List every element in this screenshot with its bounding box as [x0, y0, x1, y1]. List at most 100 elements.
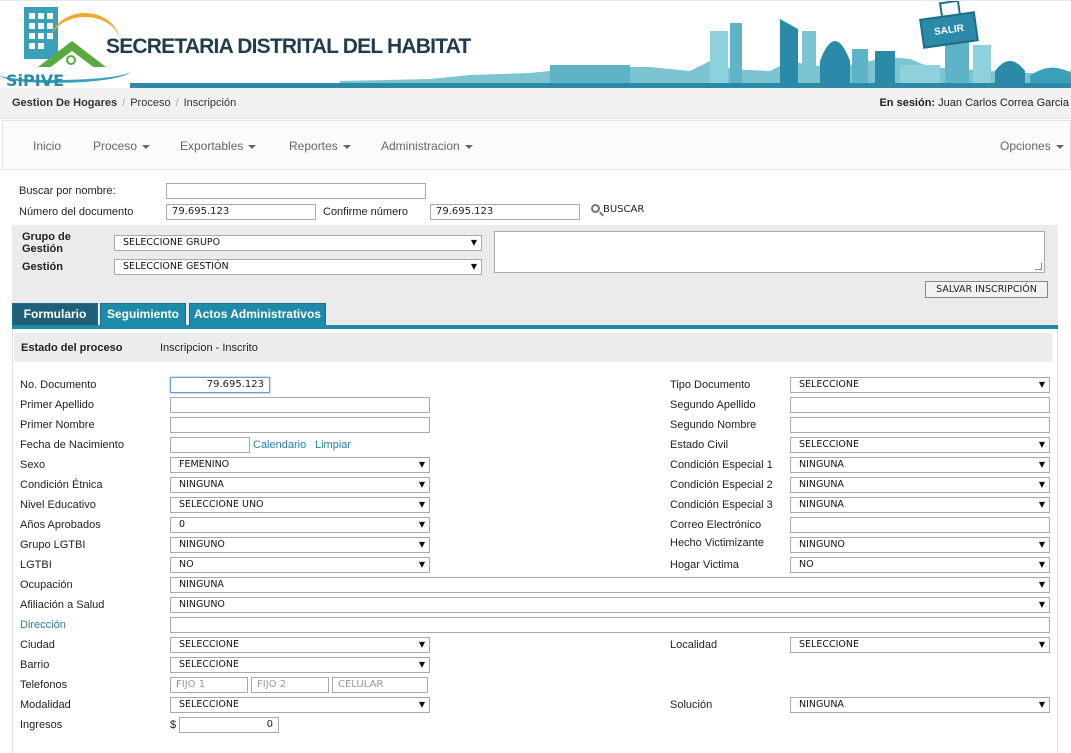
dropdown-arrow-icon: ▼	[418, 640, 425, 649]
fijo2-input[interactable]: FIJO 2	[251, 677, 329, 693]
dropdown-arrow-icon: ▼	[418, 700, 425, 709]
search-button[interactable]: BUSCAR	[591, 204, 644, 220]
lgtbi-select[interactable]: NO ▼	[170, 557, 430, 573]
dropdown-arrow-icon: ▼	[470, 238, 477, 247]
dropdown-arrow-icon: ▼	[1038, 600, 1045, 609]
primer-apellido-label: Primer Apellido	[20, 399, 94, 411]
condicion-especial2-label: Condición Especial 2	[670, 479, 773, 491]
dropdown-arrow-icon: ▼	[1038, 560, 1045, 569]
hecho-victimizante-label: Hecho Victimizante	[670, 537, 764, 549]
logo-emblem-icon	[66, 55, 76, 65]
nav-item-inicio[interactable]: Inicio	[33, 139, 61, 153]
ingresos-label: Ingresos	[20, 719, 63, 731]
breadcrumb-bar: Gestion De Hogares / Proceso / Inscripción E…	[0, 88, 1071, 119]
breadcrumb-item-inscripcion: Inscripción	[183, 97, 237, 109]
solucion-select[interactable]: NINGUNA ▼	[790, 697, 1050, 713]
ocupacion-label: Ocupación	[20, 579, 73, 591]
caret-down-icon	[342, 144, 351, 149]
segundo-nombre-label: Segundo Nombre	[670, 419, 757, 431]
condicion-especial2-select[interactable]: NINGUNA ▼	[790, 477, 1050, 493]
header-banner: SiPIVE SECRETARIA DISTRITAL DEL HABITAT …	[0, 0, 1071, 88]
limpiar-link[interactable]: Limpiar	[315, 439, 351, 451]
telefonos-label: Telefonos	[20, 679, 68, 691]
caret-down-icon	[1055, 144, 1064, 149]
direccion-link[interactable]: Dirección	[20, 619, 66, 631]
barrio-label: Barrio	[20, 659, 50, 671]
modalidad-select[interactable]: SELECCIONE ▼	[170, 697, 430, 713]
main-navbar: Inicio Proceso Exportables Reportes Admi…	[2, 120, 1071, 170]
primer-apellido-input[interactable]	[170, 397, 430, 413]
search-name-label: Buscar por nombre:	[19, 185, 116, 197]
fecha-nacimiento-label: Fecha de Nacimiento	[20, 439, 124, 451]
breadcrumb-item-gestion[interactable]: Gestion De Hogares	[12, 97, 117, 109]
magnifier-icon	[591, 204, 600, 213]
anos-aprobados-select[interactable]: 0 ▼	[170, 517, 430, 533]
sexo-select[interactable]: FEMENINO ▼	[170, 457, 430, 473]
save-inscription-button[interactable]: SALVAR INSCRIPCIÓN	[925, 281, 1048, 298]
ocupacion-select[interactable]: NINGUNA ▼	[170, 577, 1050, 593]
nav-item-reportes[interactable]: Reportes	[289, 139, 351, 153]
nav-item-administracion[interactable]: Administracion	[381, 139, 473, 153]
estado-proceso-value: Inscripcion - Inscrito	[160, 342, 258, 354]
nav-item-exportables[interactable]: Exportables	[180, 139, 257, 153]
dropdown-arrow-icon: ▼	[1038, 440, 1045, 449]
caret-down-icon	[248, 144, 257, 149]
tipo-documento-select[interactable]: SELECCIONE ▼	[790, 377, 1050, 393]
celular-input[interactable]: CELULAR	[332, 677, 428, 693]
dropdown-arrow-icon: ▼	[418, 660, 425, 669]
anos-aprobados-label: Años Aprobados	[20, 519, 101, 531]
condicion-etnica-select[interactable]: NINGUNA ▼	[170, 477, 430, 493]
condicion-especial1-select[interactable]: NINGUNA ▼	[790, 457, 1050, 473]
dropdown-arrow-icon: ▼	[418, 560, 425, 569]
search-name-input[interactable]	[166, 183, 426, 199]
hecho-victimizante-select[interactable]: NINGUNO ▼	[790, 537, 1050, 553]
segundo-apellido-input[interactable]	[790, 397, 1050, 413]
condicion-especial3-select[interactable]: NINGUNA ▼	[790, 497, 1050, 513]
nav-item-opciones[interactable]: Opciones	[1000, 139, 1064, 153]
afiliacion-salud-select[interactable]: NINGUNO ▼	[170, 597, 1050, 613]
nav-item-proceso[interactable]: Proceso	[93, 139, 151, 153]
breadcrumb-item-proceso[interactable]: Proceso	[130, 97, 170, 109]
condicion-etnica-label: Condición Étnica	[20, 479, 103, 491]
tab-seguimiento[interactable]: Seguimiento	[100, 303, 186, 325]
dropdown-arrow-icon: ▼	[1038, 500, 1045, 509]
dropdown-arrow-icon: ▼	[1038, 480, 1045, 489]
doc-number-input[interactable]: 79.695.123	[166, 204, 316, 220]
nivel-educativo-select[interactable]: SELECCIONE UNO ▼	[170, 497, 430, 513]
dropdown-arrow-icon: ▼	[470, 262, 477, 271]
primer-nombre-input[interactable]	[170, 417, 430, 433]
correo-electronico-input[interactable]	[790, 517, 1050, 533]
sexo-label: Sexo	[20, 459, 46, 471]
direccion-input[interactable]	[170, 617, 1050, 633]
segundo-nombre-input[interactable]	[790, 417, 1050, 433]
breadcrumb: Gestion De Hogares / Proceso / Inscripción	[12, 97, 237, 109]
ciudad-select[interactable]: SELECCIONE ▼	[170, 637, 430, 653]
ingresos-input[interactable]: 0	[179, 717, 279, 733]
no-documento-input[interactable]: 79.695.123	[170, 377, 270, 393]
estado-civil-label: Estado Civil	[670, 439, 729, 451]
currency-symbol: $	[170, 719, 177, 731]
localidad-select[interactable]: SELECCIONE ▼	[790, 637, 1050, 653]
dropdown-arrow-icon: ▼	[418, 500, 425, 509]
confirm-number-input[interactable]: 79.695.123	[430, 204, 580, 220]
correo-electronico-label: Correo Electrónico	[670, 519, 762, 531]
hogar-victima-select[interactable]: NO ▼	[790, 557, 1050, 573]
caret-down-icon	[142, 144, 151, 149]
gestion-select[interactable]: SELECCIONE GESTIÓN ▼	[114, 259, 482, 275]
barrio-select[interactable]: SELECCIONE ▼	[170, 657, 430, 673]
dropdown-arrow-icon: ▼	[1038, 640, 1045, 649]
session-label: En sesión:	[879, 97, 936, 109]
condicion-especial1-label: Condición Especial 1	[670, 459, 773, 471]
fijo1-input[interactable]: FIJO 1	[170, 677, 248, 693]
session-user: Juan Carlos Correa Garcia	[938, 97, 1069, 109]
gestion-notes-textarea[interactable]	[494, 231, 1045, 273]
tab-actos-administrativos[interactable]: Actos Administrativos	[189, 303, 326, 325]
grupo-lgtbi-select[interactable]: NINGUNO ▼	[170, 537, 430, 553]
dropdown-arrow-icon: ▼	[418, 540, 425, 549]
estado-civil-select[interactable]: SELECCIONE ▼	[790, 437, 1050, 453]
tab-formulario[interactable]: Formulario	[12, 303, 98, 325]
fecha-nacimiento-input[interactable]	[170, 437, 250, 453]
caret-down-icon	[464, 144, 473, 149]
calendario-link[interactable]: Calendario	[253, 439, 306, 451]
grupo-gestion-select[interactable]: SELECCIONE GRUPO ▼	[114, 235, 482, 251]
